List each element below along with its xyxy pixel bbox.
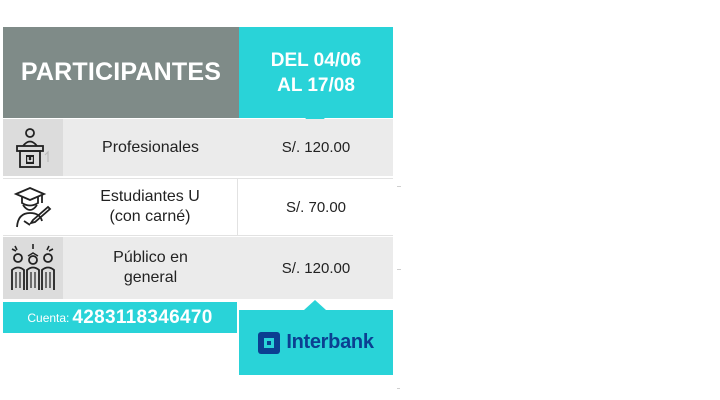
account-label: Cuenta: — [27, 310, 70, 325]
bank-arrow — [304, 300, 326, 310]
row-price: S/. 70.00 — [239, 179, 393, 235]
side-tick — [397, 269, 401, 270]
graduate-student-icon — [3, 179, 63, 235]
row-label-line1: Público en — [113, 249, 188, 266]
date-line-2: AL 17/08 — [277, 74, 355, 96]
price-row-publico: Público en general S/. 120.00 — [3, 237, 393, 299]
bank-name: Interbank — [286, 331, 374, 353]
price-text: S/. 70.00 — [285, 198, 347, 216]
podium-speaker-icon — [3, 119, 63, 176]
account-number: 4283118346470 — [72, 306, 213, 328]
account-bar: Cuenta: 4283118346470 — [3, 302, 237, 333]
row-price: S/. 120.00 — [239, 237, 393, 299]
row-label-block: Estudiantes U (con carné) — [100, 187, 200, 227]
date-line-1: DEL 04/06 — [270, 49, 362, 71]
price-row-estudiantes: Estudiantes U (con carné) S/. 70.00 — [3, 178, 393, 236]
row-label-line2: general — [123, 269, 178, 286]
row-label-block: Público en general — [113, 248, 188, 288]
price-text: S/. 120.00 — [281, 259, 351, 277]
bank-box: Interbank — [239, 310, 393, 375]
price-text: S/. 120.00 — [281, 139, 351, 156]
row-label: Profesionales — [63, 119, 238, 176]
row-label-line2: (con carné) — [109, 208, 191, 225]
audience-icon — [3, 237, 63, 299]
row-price: S/. 120.00 — [239, 119, 393, 176]
row-label-text: Profesionales — [102, 138, 199, 156]
date-range-header: DEL 04/06 AL 17/08 — [239, 27, 393, 118]
side-tick — [397, 186, 401, 187]
interbank-logo-icon — [258, 331, 281, 354]
side-tick — [397, 388, 400, 389]
row-label-line1: Estudiantes U — [100, 188, 200, 205]
row-label: Estudiantes U (con carné) — [63, 179, 238, 235]
header-title: PARTICIPANTES — [20, 58, 222, 86]
participants-header: PARTICIPANTES — [3, 27, 239, 118]
row-label: Público en general — [63, 237, 238, 299]
price-row-profesionales: Profesionales S/. 120.00 — [3, 119, 393, 176]
